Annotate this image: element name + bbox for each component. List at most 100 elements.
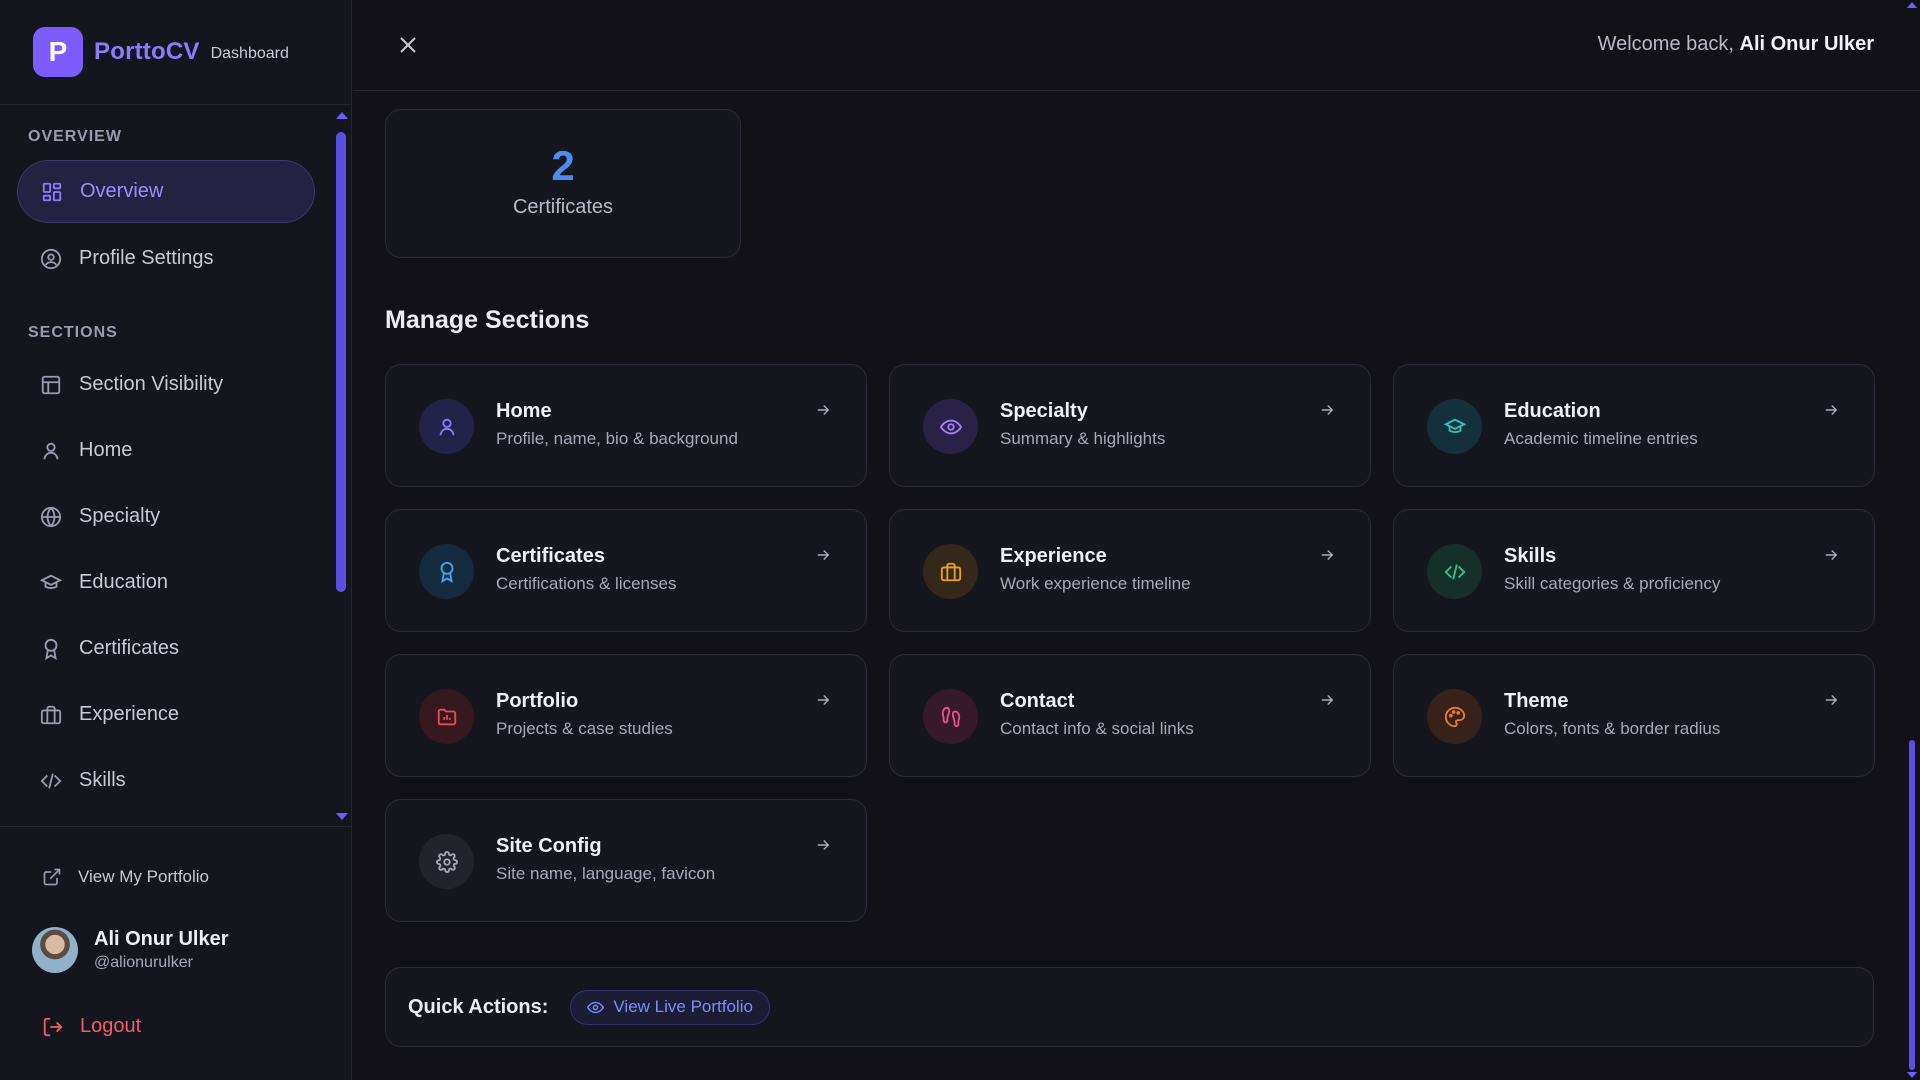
sidebar-item-label: Profile Settings <box>79 247 214 269</box>
sidebar-scrollbar[interactable] <box>336 110 348 820</box>
card-title: Experience <box>1000 545 1107 567</box>
sidebar-footer: View My Portfolio Ali Onur Ulker @alionu… <box>0 826 352 1080</box>
card-description: Academic timeline entries <box>1504 429 1698 448</box>
card-description: Skill categories & proficiency <box>1504 574 1721 593</box>
eye-icon <box>939 419 962 434</box>
arrow-right-icon <box>1825 404 1838 416</box>
eye-icon <box>587 1001 605 1013</box>
arrow-right-icon <box>1321 404 1334 416</box>
section-card-contact[interactable]: Contact Contact info & social links <box>889 654 1371 777</box>
view-my-portfolio-link[interactable]: View My Portfolio <box>42 867 209 887</box>
card-description: Contact info & social links <box>1000 719 1194 738</box>
arrow-right-icon <box>1825 549 1838 561</box>
main-scrollbar[interactable] <box>1905 0 1920 1080</box>
briefcase-icon <box>940 562 961 581</box>
code-icon <box>40 772 62 789</box>
section-card-experience[interactable]: Experience Work experience timeline <box>889 509 1371 632</box>
card-icon-bg <box>923 544 978 599</box>
card-icon-bg <box>1427 689 1482 744</box>
card-description: Work experience timeline <box>1000 574 1191 593</box>
code-icon <box>1444 563 1465 580</box>
welcome-user-name: Ali Onur Ulker <box>1739 33 1874 55</box>
close-icon[interactable] <box>396 33 420 57</box>
arrow-right-icon <box>817 404 830 416</box>
sidebar-item-overview[interactable]: Overview <box>17 160 315 223</box>
sidebar-item-label: Certificates <box>79 637 180 659</box>
scroll-thumb[interactable] <box>336 132 346 592</box>
scroll-down-arrow-icon[interactable] <box>336 813 348 820</box>
section-card-theme[interactable]: Theme Colors, fonts & border radius <box>1393 654 1875 777</box>
card-icon-bg <box>419 689 474 744</box>
welcome-prefix: Welcome back, <box>1597 33 1734 55</box>
folder-icon <box>437 708 456 725</box>
scroll-down-arrow-icon[interactable] <box>1907 1072 1917 1078</box>
section-card-site-config[interactable]: Site Config Site name, language, favicon <box>385 799 867 922</box>
sidebar-item-label: Specialty <box>79 505 161 527</box>
manage-sections-title: Manage Sections <box>385 306 590 334</box>
sidebar-item-specialty[interactable]: Specialty <box>17 485 315 548</box>
sidebar-item-experience[interactable]: Experience <box>17 683 315 746</box>
section-card-specialty[interactable]: Specialty Summary & highlights <box>889 364 1371 487</box>
section-card-education[interactable]: Education Academic timeline entries <box>1393 364 1875 487</box>
card-title: Certificates <box>496 545 605 567</box>
avatar <box>32 927 78 973</box>
view-my-portfolio-label: View My Portfolio <box>78 867 210 886</box>
card-icon-bg <box>419 544 474 599</box>
card-description: Projects & case studies <box>496 719 673 738</box>
grid-icon <box>42 182 62 201</box>
scroll-thumb[interactable] <box>1909 740 1915 1070</box>
user-circle-icon <box>40 248 62 269</box>
card-title: Site Config <box>496 835 602 857</box>
svg-text:P: P <box>49 37 68 67</box>
arrow-right-icon <box>817 549 830 561</box>
stat-label: Certificates <box>512 196 614 218</box>
sidebar-item-certificates[interactable]: Certificates <box>17 617 315 680</box>
brand-logo: P <box>33 27 83 77</box>
sidebar-item-skills[interactable]: Skills <box>17 749 315 812</box>
palette-icon <box>1444 706 1465 727</box>
scroll-up-arrow-icon[interactable] <box>1907 2 1917 8</box>
user-profile[interactable]: Ali Onur Ulker @alionurulker <box>32 927 228 973</box>
sidebar-item-education[interactable]: Education <box>17 551 315 614</box>
globe-icon <box>40 506 62 527</box>
card-title: Theme <box>1504 690 1569 712</box>
arrow-right-icon <box>1321 694 1334 706</box>
card-icon-bg <box>923 689 978 744</box>
graduation-cap-icon <box>40 574 62 589</box>
section-card-certificates[interactable]: Certificates Certifications & licenses <box>385 509 867 632</box>
card-title: Contact <box>1000 690 1075 712</box>
card-description: Colors, fonts & border radius <box>1504 719 1721 738</box>
sidebar-item-label: Skills <box>79 769 126 791</box>
card-title: Specialty <box>1000 400 1088 422</box>
arrow-right-icon <box>817 839 830 851</box>
layout-icon <box>41 375 61 394</box>
sidebar-item-label: Overview <box>80 180 164 202</box>
stat-value: 2 <box>551 142 575 189</box>
card-icon-bg <box>419 834 474 889</box>
view-live-portfolio-label: View Live Portfolio <box>613 997 753 1016</box>
user-name: Ali Onur Ulker <box>94 928 229 950</box>
sidebar-item-section-visibility[interactable]: Section Visibility <box>17 353 315 416</box>
card-description: Certifications & licenses <box>496 574 677 593</box>
logout-button[interactable]: Logout <box>42 1015 141 1038</box>
gear-icon <box>435 850 458 873</box>
certificates-stat-card: 2 Certificates <box>385 109 741 258</box>
quick-actions-label: Quick Actions: <box>408 995 549 1018</box>
sidebar: P PorttoCV Dashboard OVERVIEW Overview P… <box>0 0 352 1080</box>
user-handle: @alionurulker <box>94 954 193 971</box>
brand[interactable]: P PorttoCV Dashboard <box>0 0 352 105</box>
card-description: Summary & highlights <box>1000 429 1166 448</box>
section-card-skills[interactable]: Skills Skill categories & proficiency <box>1393 509 1875 632</box>
brand-name: PorttoCV <box>94 38 200 65</box>
scroll-up-arrow-icon[interactable] <box>336 112 348 119</box>
topbar: Welcome back, Ali Onur Ulker <box>353 0 1920 91</box>
sidebar-item-home[interactable]: Home <box>17 419 315 482</box>
view-live-portfolio-button[interactable]: View Live Portfolio <box>570 989 770 1025</box>
logout-icon <box>43 1017 63 1036</box>
card-icon-bg <box>923 399 978 454</box>
arrow-right-icon <box>817 694 830 706</box>
section-card-portfolio[interactable]: Portfolio Projects & case studies <box>385 654 867 777</box>
section-card-home[interactable]: Home Profile, name, bio & background <box>385 364 867 487</box>
sidebar-item-profile-settings[interactable]: Profile Settings <box>17 227 315 290</box>
user-icon <box>43 442 59 459</box>
